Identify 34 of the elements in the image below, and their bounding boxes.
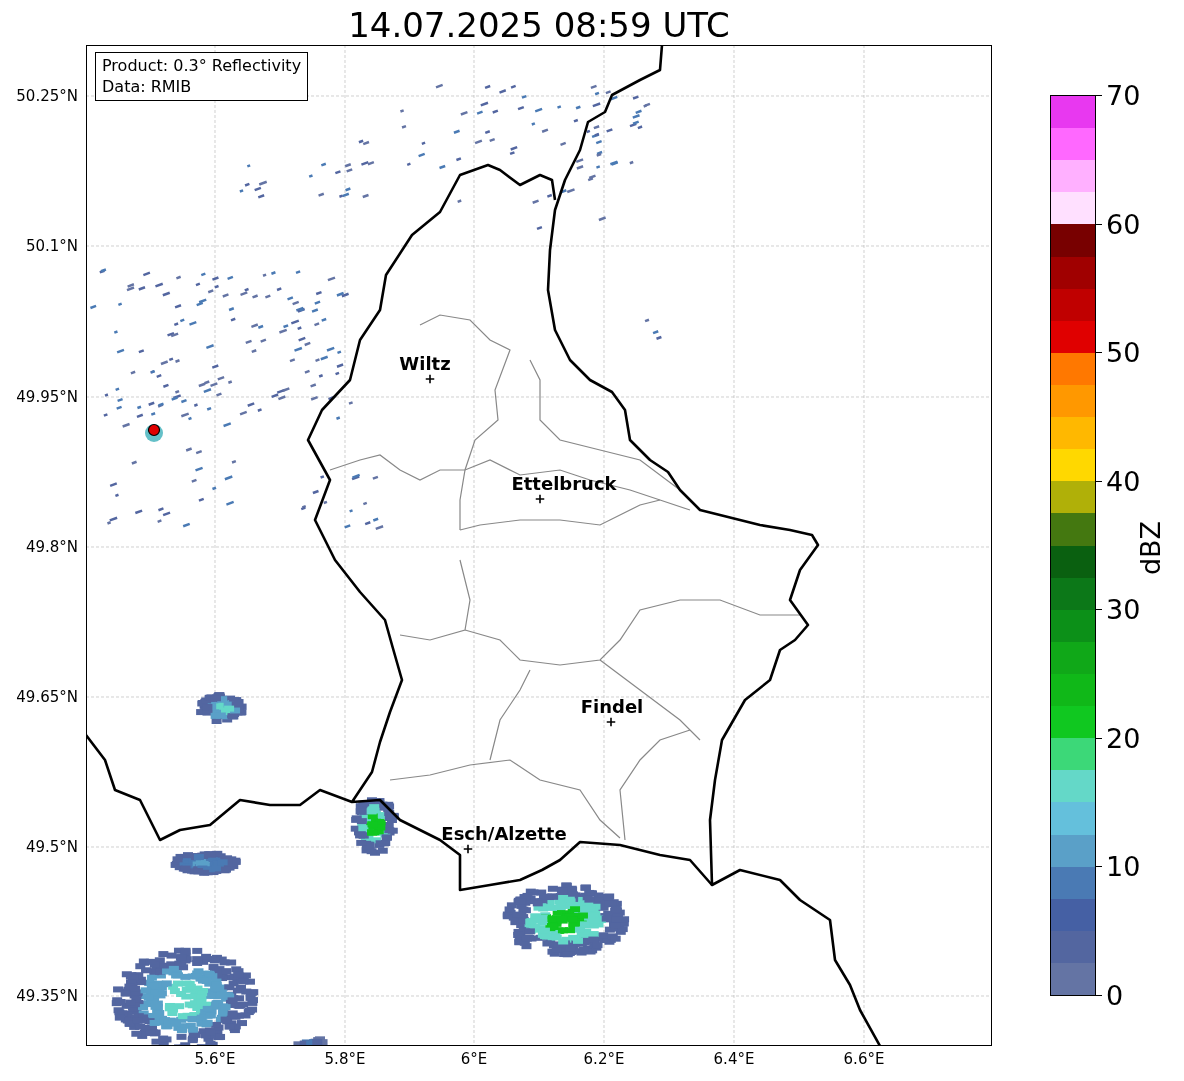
colorbar-tick-label: 10 — [1106, 851, 1141, 883]
colorbar-tick-label: 50 — [1106, 337, 1141, 369]
legend-text: Data: RMIB — [102, 76, 193, 97]
axis-tick-label: 49.8°N — [25, 538, 78, 556]
axis-tick-label: 49.95°N — [16, 388, 78, 406]
axis-tick-label: 6.2°E — [583, 1050, 625, 1068]
axis-tick-label: 49.65°N — [16, 688, 78, 706]
city-label: Findel — [580, 695, 644, 717]
legend-text: Product: 0.3° Reflectivity — [102, 55, 302, 76]
axis-tick-label: 49.35°N — [16, 987, 78, 1005]
axis-tick-label: 50.25°N — [16, 87, 78, 105]
axis-tick-label: 49.5°N — [25, 838, 78, 856]
plus-marker-icon — [425, 374, 435, 384]
colorbar-tick-label: 30 — [1106, 594, 1141, 626]
axis-tick-label: 6.6°E — [843, 1050, 885, 1068]
radar-site-marker — [147, 423, 161, 437]
axis-tick-label: 5.8°E — [324, 1050, 366, 1068]
plus-marker-icon — [463, 844, 473, 854]
colorbar-tick-label: 60 — [1106, 208, 1141, 240]
plus-marker-icon — [535, 494, 545, 504]
city-label: Wiltz — [399, 352, 451, 374]
city-label: Ettelbruck — [511, 472, 617, 494]
colorbar-tick-label: 40 — [1106, 465, 1141, 497]
axis-tick-label: 6.4°E — [713, 1050, 755, 1068]
axis-tick-label: 50.1°N — [25, 237, 78, 255]
plus-marker-icon — [606, 717, 616, 727]
colorbar-label: dBZ — [1134, 520, 1166, 576]
colorbar-tick-label: 20 — [1106, 722, 1141, 754]
city-label: Esch/Alzette — [441, 822, 567, 844]
axis-tick-label: 6°E — [460, 1050, 488, 1068]
colorbar-tick-label: 0 — [1106, 980, 1124, 1011]
chart-title: 14.07.2025 08:59 UTC — [347, 4, 731, 45]
axis-tick-label: 5.6°E — [194, 1050, 236, 1068]
colorbar-tick-label: 70 — [1106, 80, 1141, 111]
